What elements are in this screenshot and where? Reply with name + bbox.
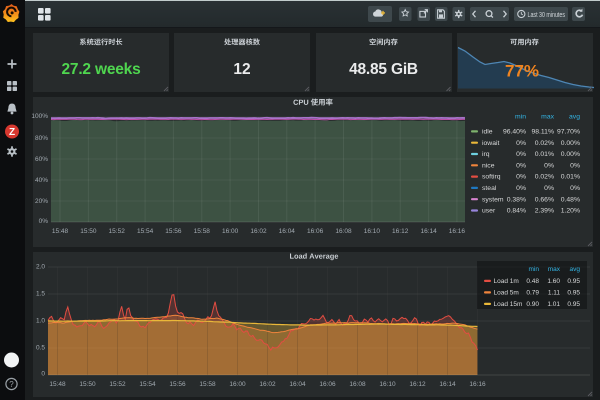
svg-text:0.01%: 0.01%: [561, 174, 580, 181]
svg-text:60%: 60%: [35, 156, 48, 163]
svg-text:?: ?: [9, 380, 14, 389]
svg-text:16:00: 16:00: [229, 381, 246, 388]
svg-text:1.0: 1.0: [36, 318, 45, 325]
svg-text:16:14: 16:14: [420, 228, 437, 235]
svg-text:15:50: 15:50: [79, 381, 96, 388]
svg-text:Z: Z: [9, 127, 15, 138]
svg-text:20%: 20%: [35, 198, 48, 205]
svg-text:0%: 0%: [516, 162, 526, 169]
svg-text:15:48: 15:48: [49, 381, 66, 388]
svg-text:0.38%: 0.38%: [507, 196, 526, 203]
svg-text:15:50: 15:50: [80, 228, 97, 235]
svg-text:15:48: 15:48: [52, 228, 69, 235]
svg-text:min: min: [529, 266, 540, 273]
svg-text:16:00: 16:00: [222, 228, 239, 235]
svg-text:softirq: softirq: [482, 174, 501, 181]
svg-text:16:16: 16:16: [469, 381, 486, 388]
svg-text:1.11: 1.11: [548, 290, 561, 297]
svg-text:0%: 0%: [516, 185, 526, 192]
svg-text:16:06: 16:06: [307, 228, 324, 235]
svg-text:16:02: 16:02: [250, 228, 267, 235]
svg-text:Load 15m: Load 15m: [494, 301, 523, 308]
svg-text:max: max: [548, 266, 561, 273]
svg-text:nice: nice: [482, 162, 495, 169]
svg-text:15:58: 15:58: [199, 381, 216, 388]
svg-text:16:12: 16:12: [392, 228, 409, 235]
svg-text:0%: 0%: [544, 162, 554, 169]
svg-text:avg: avg: [570, 266, 581, 273]
svg-text:96.40%: 96.40%: [503, 129, 526, 136]
svg-text:0.95: 0.95: [567, 278, 580, 285]
svg-text:2.0: 2.0: [36, 264, 45, 271]
svg-text:15:58: 15:58: [194, 228, 211, 235]
svg-text:0.66%: 0.66%: [535, 196, 554, 203]
svg-text:0.01%: 0.01%: [535, 151, 554, 158]
svg-text:user: user: [482, 208, 496, 215]
svg-text:40%: 40%: [35, 177, 48, 184]
svg-text:16:08: 16:08: [349, 381, 366, 388]
svg-text:16:06: 16:06: [319, 381, 336, 388]
svg-text:0.00%: 0.00%: [561, 151, 580, 158]
svg-text:0.95: 0.95: [567, 290, 580, 297]
svg-text:0%: 0%: [516, 140, 526, 147]
svg-text:0.02%: 0.02%: [535, 140, 554, 147]
svg-text:1.60: 1.60: [547, 278, 560, 285]
svg-text:idle: idle: [482, 129, 493, 136]
svg-text:15:56: 15:56: [165, 228, 182, 235]
svg-text:iowait: iowait: [482, 140, 499, 147]
svg-text:2.39%: 2.39%: [535, 208, 554, 215]
svg-text:16:16: 16:16: [449, 228, 466, 235]
svg-text:system: system: [482, 196, 504, 203]
svg-text:16:14: 16:14: [439, 381, 456, 388]
svg-text:16:10: 16:10: [364, 228, 381, 235]
svg-text:0%: 0%: [570, 162, 580, 169]
svg-text:0%: 0%: [570, 185, 580, 192]
svg-text:16:04: 16:04: [289, 381, 306, 388]
svg-text:0.79: 0.79: [526, 290, 539, 297]
svg-text:max: max: [541, 114, 554, 121]
svg-text:0.48%: 0.48%: [561, 196, 580, 203]
svg-text:irq: irq: [482, 151, 490, 158]
svg-text:1.20%: 1.20%: [561, 208, 580, 215]
svg-text:16:12: 16:12: [409, 381, 426, 388]
svg-text:77%: 77%: [505, 62, 539, 81]
svg-text:0%: 0%: [516, 151, 526, 158]
svg-text:15:52: 15:52: [109, 381, 126, 388]
svg-text:0%: 0%: [39, 218, 49, 225]
svg-text:0.95: 0.95: [567, 301, 580, 308]
svg-text:Load 5m: Load 5m: [494, 290, 519, 297]
svg-text:0.84%: 0.84%: [507, 208, 526, 215]
svg-text:100%: 100%: [31, 113, 48, 120]
svg-text:0%: 0%: [544, 185, 554, 192]
svg-text:15:52: 15:52: [109, 228, 126, 235]
svg-text:Load 1m: Load 1m: [494, 278, 519, 285]
svg-text:97.70%: 97.70%: [557, 129, 580, 136]
svg-text:min: min: [515, 114, 526, 121]
svg-text:0.00%: 0.00%: [561, 140, 580, 147]
svg-text:0%: 0%: [516, 174, 526, 181]
svg-text:0.5: 0.5: [36, 345, 45, 352]
svg-text:1.01: 1.01: [547, 301, 560, 308]
svg-text:16:10: 16:10: [379, 381, 396, 388]
svg-text:0: 0: [41, 371, 45, 378]
svg-text:0.48: 0.48: [526, 278, 539, 285]
svg-text:16:08: 16:08: [335, 228, 352, 235]
svg-text:0.90: 0.90: [526, 301, 539, 308]
svg-text:80%: 80%: [35, 135, 48, 142]
svg-text:0.02%: 0.02%: [535, 174, 554, 181]
svg-text:16:04: 16:04: [279, 228, 296, 235]
svg-text:avg: avg: [569, 114, 580, 121]
svg-text:15:56: 15:56: [169, 381, 186, 388]
svg-text:1.5: 1.5: [36, 291, 45, 298]
svg-text:steal: steal: [482, 185, 497, 192]
svg-text:16:02: 16:02: [259, 381, 276, 388]
svg-text:15:54: 15:54: [139, 381, 156, 388]
svg-text:15:54: 15:54: [137, 228, 154, 235]
svg-text:98.11%: 98.11%: [531, 129, 554, 136]
